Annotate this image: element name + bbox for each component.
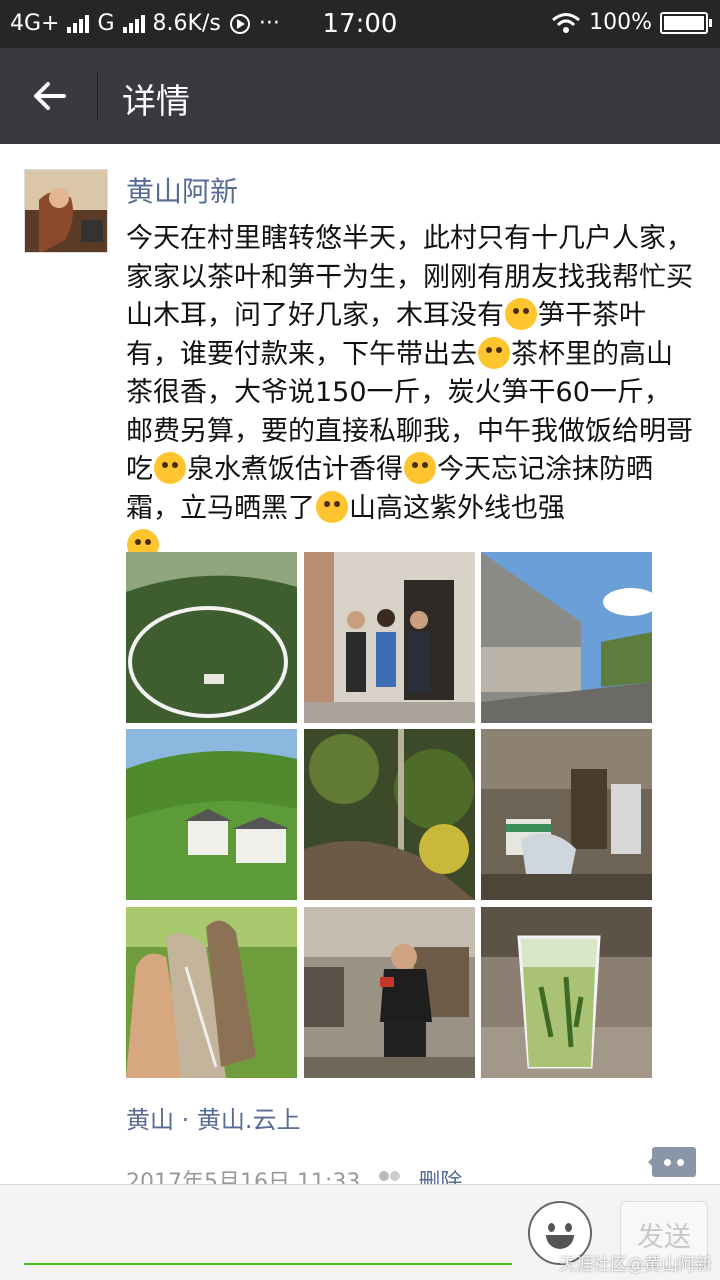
arrow-left-icon <box>34 82 66 110</box>
hillside-houses-photo[interactable] <box>126 729 297 900</box>
crying-laughing-emoji <box>316 490 348 523</box>
people-at-doorway-photo[interactable] <box>304 552 475 723</box>
mountain-circled-house-photo[interactable] <box>126 552 297 723</box>
avatar[interactable] <box>24 169 108 253</box>
green-tea-glass-photo[interactable] <box>481 907 652 1078</box>
battery-percent: 100% <box>589 10 652 35</box>
page-title: 详情 <box>122 82 190 122</box>
delete-button[interactable]: 删除 <box>418 1164 462 1184</box>
watermark: 天涯社区@黄山阿新 <box>559 1255 712 1275</box>
fist-emoji <box>478 336 510 369</box>
back-button[interactable] <box>22 70 78 122</box>
friends-icon <box>379 1171 401 1181</box>
comment-button[interactable] <box>648 1147 696 1177</box>
status-bar: 4G+ G 8.6K/s ··· 17:00 100% <box>0 0 720 48</box>
post-detail: 黄山阿新 今天在村里瞎转悠半天，此村只有十几户人家，家家以茶叶和笋干为生，刚刚有… <box>0 144 720 1184</box>
man-sitting-photo[interactable] <box>304 907 475 1078</box>
author-name[interactable]: 黄山阿新 <box>126 170 238 210</box>
post-text: 今天在村里瞎转悠半天，此村只有十几户人家，家家以茶叶和笋干为生，刚刚有朋友找我帮… <box>126 220 696 567</box>
heart-eyes-emoji <box>404 452 436 484</box>
header-divider <box>97 72 98 120</box>
avatar-image <box>25 170 107 252</box>
winking-tongue-emoji <box>154 452 186 484</box>
village-street-photo[interactable] <box>481 552 652 723</box>
bamboo-shoots-photo[interactable] <box>126 907 297 1078</box>
app-bar: 详情 <box>0 48 720 144</box>
comment-input[interactable] <box>24 1263 512 1265</box>
wifi-icon <box>552 12 581 33</box>
post-meta: 2017年5月16日 11:33 删除 <box>126 1164 462 1184</box>
post-timestamp: 2017年5月16日 11:33 <box>126 1170 361 1184</box>
forest-stream-photo[interactable] <box>304 729 475 900</box>
dot-icon <box>677 1158 684 1166</box>
status-right: 100% <box>551 10 712 35</box>
dot-icon <box>664 1158 671 1166</box>
crying-laughing-emoji <box>505 298 537 330</box>
kitchen-interior-photo[interactable] <box>481 729 652 900</box>
post-text-segment: 山高这紫外线也强 <box>349 492 565 524</box>
location-link[interactable]: 黄山 · 黄山.云上 <box>126 1100 301 1135</box>
post-text-segment: 泉水煮饭估计香得 <box>187 454 403 485</box>
battery-icon <box>660 11 712 34</box>
